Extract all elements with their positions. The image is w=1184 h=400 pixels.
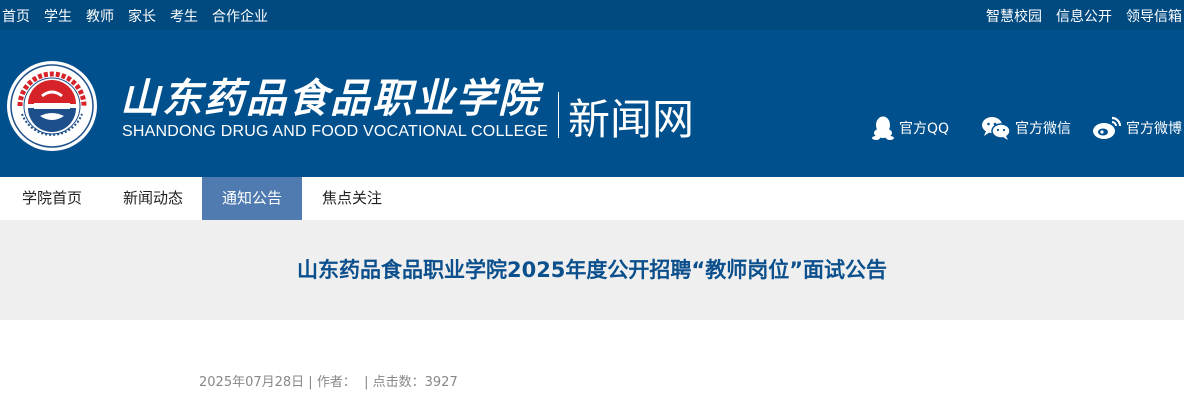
college-logo-icon[interactable] xyxy=(6,60,98,152)
social-weibo[interactable]: 官方微博 xyxy=(1092,114,1182,142)
site-subtitle: 新闻网 xyxy=(568,95,695,144)
social-qq[interactable]: 官方QQ xyxy=(871,114,949,142)
college-name-en: SHANDONG DRUG AND FOOD VOCATIONAL COLLEG… xyxy=(122,123,549,140)
top-link-partners[interactable]: 合作企业 xyxy=(212,6,268,26)
top-link-leader-mailbox[interactable]: 领导信箱 xyxy=(1126,6,1182,26)
nav-item-focus[interactable]: 焦点关注 xyxy=(302,177,402,220)
qq-icon xyxy=(872,116,894,140)
top-link-parents[interactable]: 家长 xyxy=(128,6,156,26)
main-nav: 学院首页 新闻动态 通知公告 焦点关注 xyxy=(0,177,1184,220)
article-author-label: 作者： xyxy=(316,375,356,390)
site-header: 山东药品食品职业学院 SHANDONG DRUG AND FOOD VOCATI… xyxy=(0,30,1184,177)
article-title: 山东药品食品职业学院2025年度公开招聘“教师岗位”面试公告 xyxy=(296,258,888,282)
top-link-info-disclosure[interactable]: 信息公开 xyxy=(1056,6,1112,26)
college-name-cn: 山东药品食品职业学院 xyxy=(120,75,540,122)
top-link-smart-campus[interactable]: 智慧校园 xyxy=(986,6,1042,26)
wechat-icon xyxy=(982,117,1011,140)
article-date: 2025年07月28日 xyxy=(199,375,305,390)
weibo-icon xyxy=(1093,116,1122,139)
meta-separator: | xyxy=(355,375,373,390)
social-weibo-label: 官方微博 xyxy=(1126,121,1182,137)
meta-separator: | xyxy=(304,375,317,390)
article-clicks-label: 点击数： xyxy=(372,375,425,390)
top-link-teachers[interactable]: 教师 xyxy=(86,6,114,26)
social-qq-label: 官方QQ xyxy=(899,121,950,137)
article-meta: 2025年07月28日 | 作者： | 点击数：3927 xyxy=(199,371,458,390)
social-wechat[interactable]: 官方微信 xyxy=(981,114,1071,142)
top-link-home[interactable]: 首页 xyxy=(2,6,30,26)
article-clicks: 3927 xyxy=(424,375,458,390)
top-link-students[interactable]: 学生 xyxy=(44,6,72,26)
nav-item-college-home[interactable]: 学院首页 xyxy=(0,177,104,220)
nav-item-notices[interactable]: 通知公告 xyxy=(202,177,302,220)
article-title-band: 山东药品食品职业学院2025年度公开招聘“教师岗位”面试公告 xyxy=(0,220,1184,320)
top-utility-bar: 首页 学生 教师 家长 考生 合作企业 智慧校园 信息公开 领导信箱 xyxy=(0,0,1184,30)
top-link-applicants[interactable]: 考生 xyxy=(170,6,198,26)
social-wechat-label: 官方微信 xyxy=(1015,121,1071,137)
nav-item-news[interactable]: 新闻动态 xyxy=(104,177,202,220)
header-divider xyxy=(558,92,559,138)
